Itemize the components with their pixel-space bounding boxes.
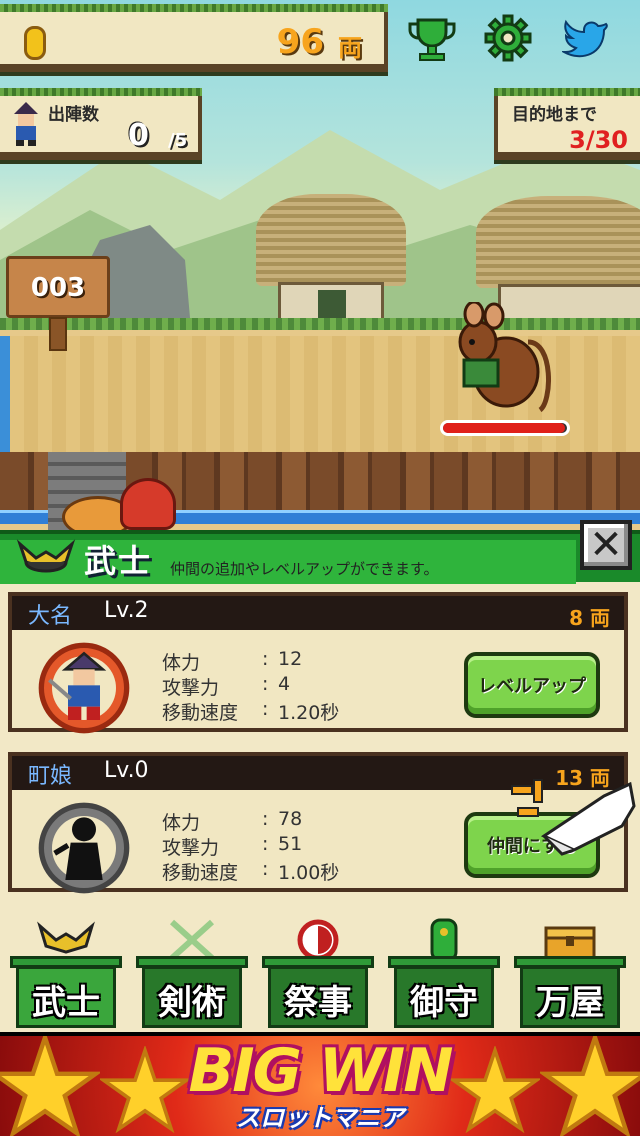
tab-body: 剣術 <box>142 966 242 1028</box>
tab-festival[interactable]: 祭事 <box>258 918 378 1030</box>
enemy-hp-bar <box>440 420 570 436</box>
stat-separator: : <box>262 833 269 855</box>
daimyo-portrait-icon <box>38 642 130 734</box>
stat-value-attack: 4 <box>278 673 291 695</box>
panel-title: 武士 <box>84 542 153 580</box>
destination-label: 目的地まで <box>512 105 597 125</box>
banner-title: BIG WIN <box>188 1036 454 1106</box>
coin-value: 96 <box>276 22 324 62</box>
stage-number: 003 <box>30 273 86 303</box>
trophy-icon[interactable] <box>408 14 456 62</box>
stat-label-attack: 攻撃力 <box>162 677 220 699</box>
tab-samurai[interactable]: 武士 <box>6 918 126 1030</box>
kabuto-icon <box>16 539 76 573</box>
stat-separator: : <box>262 858 269 880</box>
gear-icon[interactable] <box>484 14 532 62</box>
unit-level: Lv.2 <box>104 598 149 623</box>
tab-body: 武士 <box>16 966 116 1028</box>
unit-cost: 8 両 <box>569 606 610 630</box>
tab-body: 万屋 <box>520 966 620 1028</box>
board-grass <box>494 88 640 96</box>
twitter-icon[interactable] <box>562 14 610 62</box>
pointing-hand-icon <box>511 779 636 856</box>
tab-label: 剣術 <box>158 983 226 1023</box>
close-button[interactable]: ✕ <box>580 520 632 570</box>
unit-header: 大名 Lv.2 8 両 <box>12 596 624 630</box>
coin-unit: 両 <box>338 34 362 62</box>
game-scene: 003 96 両 出陣数 0 /5 目的地まで 3/30 <box>0 0 640 540</box>
stat-label-speed: 移動速度 <box>162 702 239 724</box>
tab-general-store[interactable]: 万屋 <box>510 918 630 1030</box>
thatched-hut-left <box>256 194 406 324</box>
sortie-max: /5 <box>168 130 188 151</box>
locked-silhouette-portrait-icon <box>38 802 130 894</box>
stat-value-attack: 51 <box>278 833 303 855</box>
tengu-mask-ally <box>120 478 176 530</box>
river <box>0 336 10 456</box>
sortie-counter: 出陣数 0 /5 <box>0 88 202 160</box>
unit-level: Lv.0 <box>104 758 149 783</box>
panel-subtitle: 仲間の追加やレベルアップができます。 <box>170 560 439 578</box>
level-up-button[interactable]: レベルアップ <box>464 652 600 718</box>
stat-label-attack: 攻撃力 <box>162 837 220 859</box>
stat-separator: : <box>262 648 269 670</box>
stat-label-hp: 体力 <box>162 812 201 834</box>
stat-label-speed: 移動速度 <box>162 862 239 884</box>
rat-enemy-sprite <box>458 302 551 412</box>
destination-counter: 目的地まで 3/30 <box>494 88 640 160</box>
stat-separator: : <box>262 698 269 720</box>
stat-value-speed: 1.00秒 <box>278 862 340 884</box>
board-grass <box>0 4 388 12</box>
stat-label-hp: 体力 <box>162 652 201 674</box>
board-grass <box>0 88 202 96</box>
sortie-label: 出陣数 <box>48 105 99 125</box>
unit-name: 大名 <box>28 604 73 629</box>
coin-icon <box>24 26 46 60</box>
ad-banner[interactable]: BIG WIN スロットマニア <box>0 1036 640 1136</box>
stat-value-hp: 12 <box>278 648 303 670</box>
coin-counter: 96 両 <box>0 4 388 72</box>
bottom-nav: 武士 剣術 祭事 御守 万屋 <box>0 910 640 1032</box>
stat-value-speed: 1.20秒 <box>278 702 340 724</box>
banner-subtitle: スロットマニア <box>236 1104 404 1132</box>
stage-sign: 003 <box>6 256 110 351</box>
tab-body: 御守 <box>394 966 494 1028</box>
unit-card-daimyo: 大名 Lv.2 8 両 体力 : 12 攻撃力 : 4 移動速度 : 1.20秒… <box>8 592 628 734</box>
tab-label: 武士 <box>32 983 100 1023</box>
level-up-label: レベルアップ <box>478 676 586 697</box>
sortie-count: 0 <box>128 118 149 153</box>
tab-body: 祭事 <box>268 966 368 1028</box>
samurai-avatar-icon <box>14 102 38 146</box>
tab-label: 御守 <box>410 983 478 1023</box>
tab-omamori[interactable]: 御守 <box>384 918 504 1030</box>
destination-progress: 3/30 <box>569 126 628 154</box>
enemy-hp-fill <box>443 423 565 433</box>
tab-label: 祭事 <box>284 983 352 1023</box>
close-icon: ✕ <box>589 522 623 568</box>
stat-separator: : <box>262 673 269 695</box>
unit-name: 町娘 <box>28 764 73 789</box>
tab-swordsmanship[interactable]: 剣術 <box>132 918 252 1030</box>
stat-separator: : <box>262 808 269 830</box>
tab-label: 万屋 <box>536 983 604 1023</box>
stat-value-hp: 78 <box>278 808 303 830</box>
